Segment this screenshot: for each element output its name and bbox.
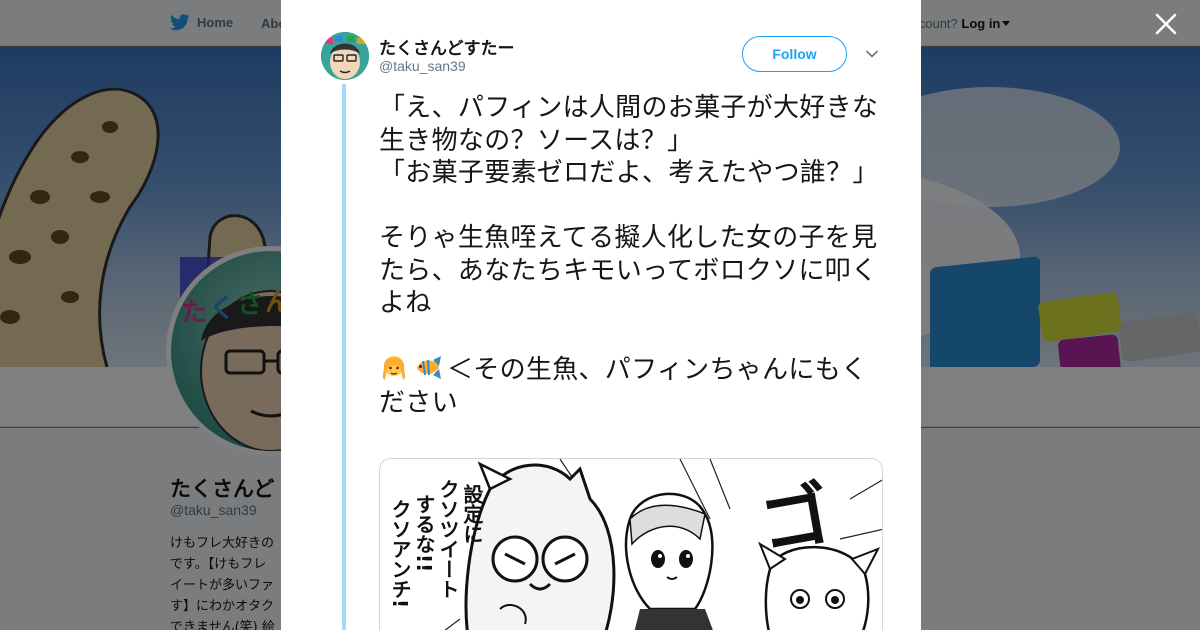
manga-caption-2: クソツイート <box>436 479 460 599</box>
tweet-author-handle[interactable]: @taku_san39 <box>379 58 466 74</box>
close-icon[interactable] <box>1154 12 1178 36</box>
girl-emoji-icon <box>382 356 406 380</box>
author-avatar-face <box>321 32 369 80</box>
tweet-text: 「え、パフィンは人間のお菓子が大好きな生き物なの？ソースは？」 「お菓子要素ゼロ… <box>379 92 889 419</box>
manga-sound-effect: ゴ <box>754 473 837 566</box>
tweet-body-text: 「え、パフィンは人間のお菓子が大好きな生き物なの？ソースは？」 「お菓子要素ゼロ… <box>379 93 879 318</box>
manga-caption-1: 設定に <box>460 483 484 544</box>
manga-caption-4: クソアンチ! <box>388 499 412 609</box>
tweet-author-name[interactable]: たくさんどすたー <box>379 34 515 59</box>
tweet-image[interactable]: 設定に クソツイート するな!! クソアンチ! ゴ <box>379 458 883 630</box>
tropical-fish-emoji-icon <box>417 356 441 379</box>
thread-connector-line <box>342 84 346 630</box>
emoji-line-text: ＜その生魚、パフィンちゃんにもください <box>379 355 868 418</box>
manga-illustration: 設定に クソツイート するな!! クソアンチ! ゴ <box>380 459 882 630</box>
tweet-author-avatar[interactable] <box>321 32 369 80</box>
emoji-line: ＜その生魚、パフィンちゃんにもください <box>379 355 867 418</box>
tweet-modal: たくさんどすたー @taku_san39 Follow 「え、パフィンは人間のお… <box>281 0 921 630</box>
manga-caption-3: するな!! <box>412 494 436 572</box>
chevron-down-icon[interactable] <box>865 47 879 61</box>
follow-button[interactable]: Follow <box>742 36 847 72</box>
